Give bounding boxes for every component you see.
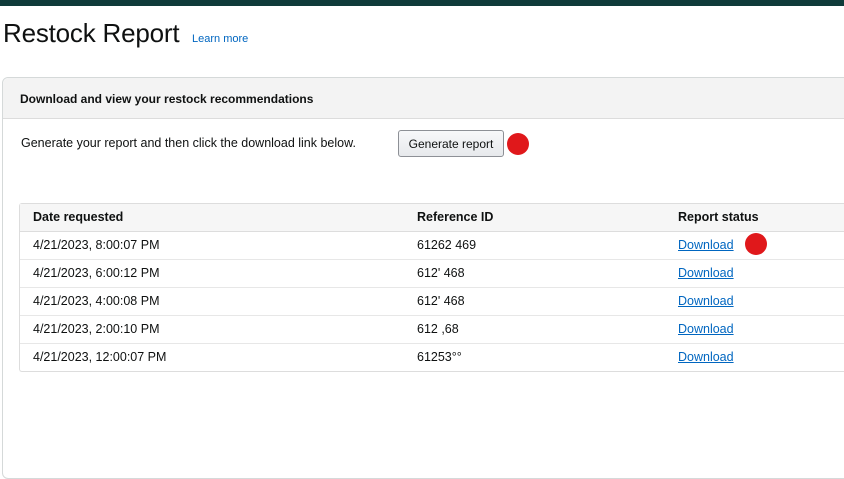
table-row: 4/21/2023, 12:00:07 PM 61253°° Download xyxy=(20,344,844,371)
table-row: 4/21/2023, 8:00:07 PM 61262 469 Download xyxy=(20,232,844,260)
download-link[interactable]: Download xyxy=(678,350,734,364)
learn-more-link[interactable]: Learn more xyxy=(192,33,248,45)
reference-id-cell: 612' 468 xyxy=(417,266,465,280)
instructions-text: Generate your report and then click the … xyxy=(21,136,356,150)
date-requested-cell: 4/21/2023, 4:00:08 PM xyxy=(33,294,160,308)
table-row: 4/21/2023, 6:00:12 PM 612' 468 Download xyxy=(20,260,844,288)
download-link[interactable]: Download xyxy=(678,266,734,280)
reference-id-cell: 612' 468 xyxy=(417,294,465,308)
column-header-report-status: Report status xyxy=(678,210,759,224)
reports-table: Date requested Reference ID Report statu… xyxy=(19,203,844,372)
table-header: Date requested Reference ID Report statu… xyxy=(20,204,844,232)
reference-id-cell: 612 ,68 xyxy=(417,322,459,336)
page-title: Restock Report xyxy=(3,18,180,48)
download-link[interactable]: Download xyxy=(678,238,734,252)
column-header-date: Date requested xyxy=(33,210,124,224)
reference-id-cell: 61262 469 xyxy=(417,238,477,252)
date-requested-cell: 4/21/2023, 12:00:07 PM xyxy=(33,350,167,364)
date-requested-cell: 4/21/2023, 2:00:10 PM xyxy=(33,322,160,336)
annotation-marker-dot xyxy=(745,233,767,255)
generate-report-button[interactable]: Generate report xyxy=(398,130,504,157)
download-link[interactable]: Download xyxy=(678,322,734,336)
panel-header: Download and view your restock recommend… xyxy=(3,78,844,119)
date-requested-cell: 4/21/2023, 6:00:12 PM xyxy=(33,266,160,280)
date-requested-cell: 4/21/2023, 8:00:07 PM xyxy=(33,238,160,252)
reference-id-cell: 61253°° xyxy=(417,350,462,364)
download-link[interactable]: Download xyxy=(678,294,734,308)
table-row: 4/21/2023, 4:00:08 PM 612' 468 Download xyxy=(20,288,844,316)
panel-heading: Download and view your restock recommend… xyxy=(20,92,314,106)
annotation-marker-dot xyxy=(507,133,529,155)
column-header-reference-id: Reference ID xyxy=(417,210,494,224)
table-row: 4/21/2023, 2:00:10 PM 612 ,68 Download xyxy=(20,316,844,344)
top-nav-bar xyxy=(0,0,844,6)
